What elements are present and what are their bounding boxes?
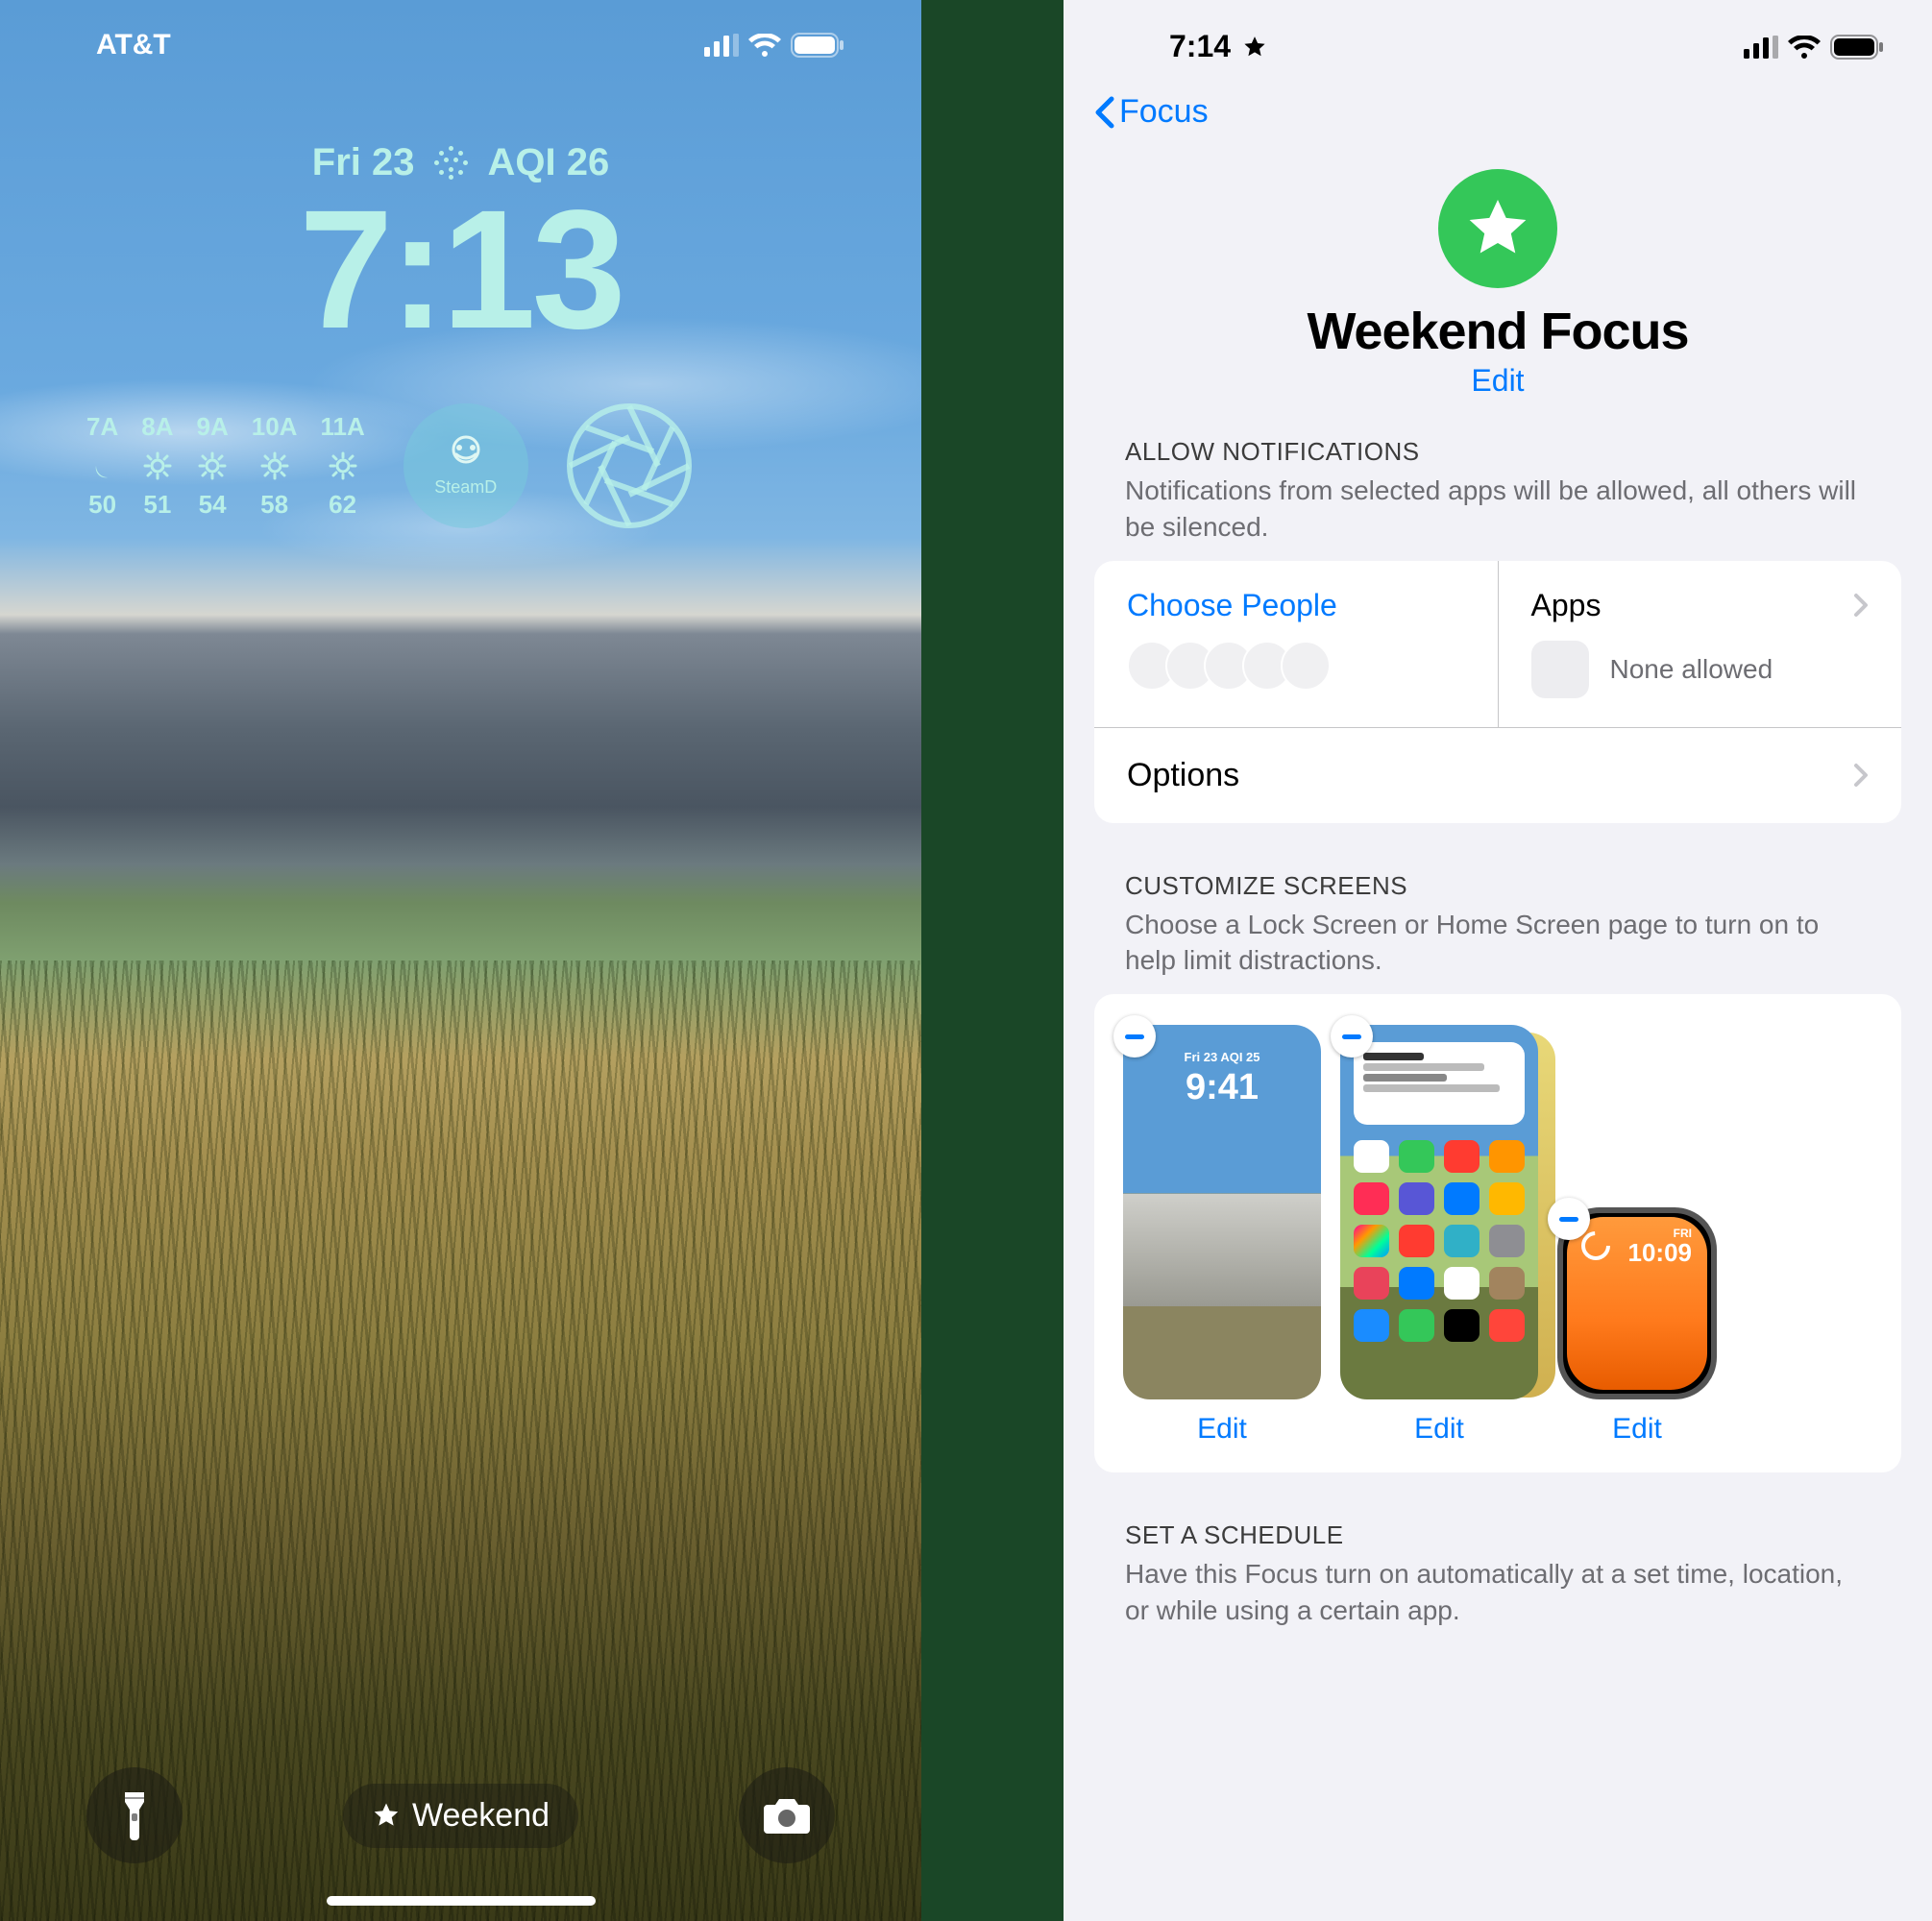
edit-lock-button[interactable]: Edit <box>1197 1413 1247 1446</box>
chevron-right-icon <box>1853 763 1869 788</box>
section-header-notifications: ALLOW NOTIFICATIONS <box>1064 437 1932 473</box>
customize-screens-card: Fri 23 AQI 25 9:41 Edit <box>1094 994 1901 1472</box>
sun-icon <box>329 451 357 480</box>
camera-icon <box>762 1795 812 1836</box>
apps-button[interactable]: Apps None allowed <box>1498 561 1902 727</box>
status-bar: 7:14 <box>1064 0 1932 74</box>
watch-face-thumbnail: FRI 10:09 <box>1557 1207 1717 1399</box>
steam-deck-widget[interactable]: SteamD <box>404 403 528 528</box>
lock-screen-preview[interactable]: Fri 23 AQI 25 9:41 Edit <box>1123 1025 1321 1446</box>
sun-icon <box>260 451 289 480</box>
chevron-left-icon <box>1092 95 1115 130</box>
focus-icon <box>1438 169 1557 288</box>
watch-time: 10:09 <box>1628 1238 1693 1268</box>
edit-name-button[interactable]: Edit <box>1064 363 1932 399</box>
section-desc-customize: Choose a Lock Screen or Home Screen page… <box>1064 907 1932 995</box>
remove-badge[interactable] <box>1331 1015 1373 1058</box>
focus-settings-screen: 7:14 Focus Weekend Focus Edit ALLOW NOTI… <box>1064 0 1932 1921</box>
choose-people-label: Choose People <box>1127 588 1337 623</box>
back-button[interactable]: Focus <box>1064 74 1932 150</box>
apps-sub-label: None allowed <box>1610 654 1773 685</box>
remove-badge[interactable] <box>1113 1015 1156 1058</box>
weather-hour: 8A 51 <box>141 412 173 520</box>
lock-screen: AT&T Fri 23 AQI 26 7:13 7A508A519A5410A5… <box>0 0 921 1921</box>
watch-face-preview[interactable]: FRI 10:09 Edit <box>1557 1207 1717 1446</box>
lock-time: 7:13 <box>0 173 921 367</box>
status-time: 7:14 <box>1169 29 1231 64</box>
focus-pill[interactable]: Weekend <box>343 1784 578 1848</box>
edit-home-button[interactable]: Edit <box>1414 1413 1464 1446</box>
section-desc-notifications: Notifications from selected apps will be… <box>1064 473 1932 561</box>
hour-label: 9A <box>197 412 229 442</box>
wifi-icon <box>1788 36 1821 59</box>
controller-icon <box>442 435 490 474</box>
star-icon <box>1242 35 1267 60</box>
temp-label: 62 <box>329 490 356 520</box>
sun-icon <box>198 451 227 480</box>
notifications-card: Choose People Apps None allowed Options <box>1094 561 1901 823</box>
focus-name: Weekend <box>412 1797 550 1835</box>
chevron-right-icon <box>1853 593 1869 618</box>
status-bar: AT&T <box>0 29 921 61</box>
home-screen-thumbnail <box>1340 1025 1538 1399</box>
cellular-icon <box>704 34 739 57</box>
remove-badge[interactable] <box>1548 1198 1590 1240</box>
back-label: Focus <box>1119 93 1209 131</box>
hour-label: 7A <box>86 412 118 442</box>
weather-hour: 10A 58 <box>252 412 298 520</box>
temp-label: 51 <box>143 490 171 520</box>
steam-label: SteamD <box>434 477 497 498</box>
section-header-customize: CUSTOMIZE SCREENS <box>1064 871 1932 907</box>
flashlight-button[interactable] <box>86 1767 183 1863</box>
camera-button[interactable] <box>739 1767 835 1863</box>
temp-label: 50 <box>88 490 116 520</box>
star-icon <box>372 1801 401 1830</box>
moon-icon <box>88 451 117 480</box>
edit-watch-button[interactable]: Edit <box>1612 1413 1662 1446</box>
weather-hour: 7A 50 <box>86 412 118 520</box>
hour-label: 10A <box>252 412 298 442</box>
home-screen-preview[interactable]: Edit <box>1340 1025 1538 1446</box>
weather-widget[interactable]: 7A 50 8A 51 9A 54 10A 58 11A 62 <box>86 412 365 520</box>
weather-hour: 11A 62 <box>320 412 364 520</box>
battery-icon <box>791 33 844 58</box>
mini-lock-time: 9:41 <box>1123 1067 1321 1108</box>
flashlight-icon <box>115 1790 154 1840</box>
options-label: Options <box>1127 757 1239 794</box>
temp-label: 54 <box>199 490 227 520</box>
choose-people-button[interactable]: Choose People <box>1094 561 1498 727</box>
photo-wheel-widget[interactable] <box>567 403 692 528</box>
weather-hour: 9A 54 <box>197 412 229 520</box>
apps-label: Apps <box>1531 588 1602 623</box>
people-avatars <box>1127 641 1465 691</box>
cellular-icon <box>1744 36 1778 59</box>
section-desc-schedule: Have this Focus turn on automatically at… <box>1064 1556 1932 1644</box>
page-title: Weekend Focus <box>1064 302 1932 361</box>
mini-lock-date: Fri 23 AQI 25 <box>1123 1050 1321 1064</box>
activity-ring-icon <box>1580 1230 1611 1261</box>
section-header-schedule: SET A SCHEDULE <box>1064 1520 1932 1556</box>
home-indicator[interactable] <box>327 1896 596 1906</box>
hour-label: 11A <box>320 412 364 442</box>
wifi-icon <box>748 34 781 57</box>
hour-label: 8A <box>141 412 173 442</box>
lock-screen-thumbnail: Fri 23 AQI 25 9:41 <box>1123 1025 1321 1399</box>
star-icon <box>1463 194 1532 263</box>
temp-label: 58 <box>260 490 288 520</box>
sun-icon <box>143 451 172 480</box>
battery-icon <box>1830 35 1884 60</box>
app-placeholder-icon <box>1531 641 1589 698</box>
carrier-label: AT&T <box>96 29 171 61</box>
aperture-icon <box>567 403 692 528</box>
options-button[interactable]: Options <box>1094 727 1901 823</box>
